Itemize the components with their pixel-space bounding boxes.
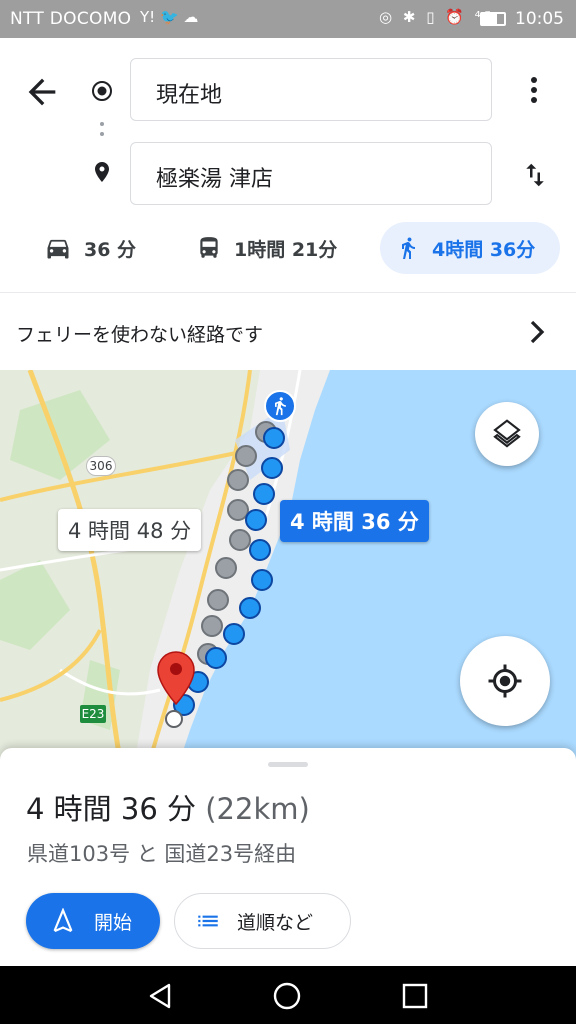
alt-route-dot (227, 469, 249, 491)
alt-route-dot (235, 445, 257, 467)
destination-marker[interactable] (156, 650, 196, 730)
battery-icon (480, 12, 506, 26)
destination-field[interactable]: 極楽湯 津店 (130, 142, 492, 205)
tab-transit[interactable]: 1時間 21分 (196, 222, 337, 274)
arrow-back-icon (28, 78, 56, 106)
distance-text: (22km) (205, 792, 310, 826)
back-button[interactable] (22, 72, 62, 112)
walk-icon (402, 237, 415, 259)
main-route-label[interactable]: 4 時間 36 分 (280, 500, 429, 542)
system-nav-bar (0, 966, 576, 1024)
clock: 10:05 (515, 9, 564, 29)
alt-route-dot (201, 615, 223, 637)
destination-pin-icon (90, 160, 114, 184)
duration-text: 4 時間 36 分 (26, 792, 197, 826)
main-route-dot (253, 483, 275, 505)
origin-field[interactable]: 現在地 (130, 58, 492, 121)
route-notice-text: フェリーを使わない経路です (16, 324, 264, 346)
layers-button[interactable] (475, 402, 539, 466)
recents-nav-icon[interactable] (402, 983, 428, 1009)
alt-route-dot (229, 529, 251, 551)
tab-driving[interactable]: 36 分 (44, 222, 136, 274)
start-navigation-button[interactable]: 開始 (26, 893, 160, 949)
more-vert-icon (531, 77, 537, 103)
walking-time: 4時間 36分 (432, 238, 536, 261)
route-summary-sheet[interactable]: 4 時間 36 分 (22km) 県道103号 と 国道23号経由 開始 道順な… (0, 748, 576, 966)
start-walk-marker[interactable] (264, 390, 296, 422)
carrier-name: NTT DOCOMO (10, 9, 132, 29)
main-route-dot (205, 647, 227, 669)
directions-header: 現在地 極楽湯 津店 36 分 1時間 21分 4時間 36分 (0, 38, 576, 292)
red-pin-icon (157, 651, 195, 728)
route-via-text: 県道103号 と 国道23号経由 (27, 842, 297, 866)
drag-handle[interactable] (268, 762, 308, 767)
alt-route-dot (207, 589, 229, 611)
main-route-dot (263, 427, 285, 449)
travel-mode-tabs: 36 分 1時間 21分 4時間 36分 (0, 222, 576, 274)
layers-icon (493, 419, 521, 448)
main-route-dot (245, 509, 267, 531)
list-icon (198, 915, 218, 927)
car-icon (47, 239, 69, 259)
route-duration: 4 時間 36 分 (22km) (26, 786, 310, 828)
route-notice-row[interactable]: フェリーを使わない経路です (0, 292, 576, 370)
driving-time: 36 分 (84, 238, 137, 261)
main-route-dot (223, 623, 245, 645)
more-options-button[interactable] (522, 74, 546, 106)
swap-vert-icon (526, 163, 544, 187)
notification-icons: Y! 🐦 ☁ (140, 8, 199, 26)
bus-icon (200, 237, 218, 258)
home-nav-icon[interactable] (272, 981, 302, 1011)
main-route-dot (239, 597, 261, 619)
alt-route-label[interactable]: 4 時間 48 分 (58, 509, 202, 551)
status-bar: NTT DOCOMO Y! 🐦 ☁ ◎ ✱ ▯ ⏰ ⁴ᴳ 10:05 (0, 0, 576, 38)
origin-icon (90, 79, 114, 103)
tab-walking[interactable]: 4時間 36分 (380, 222, 560, 274)
transit-time: 1時間 21分 (234, 238, 338, 261)
map-view[interactable]: 306 E23 4 時間 48 分 4 時間 36 分 (0, 370, 576, 760)
my-location-icon (488, 664, 522, 698)
walk-marker-icon (275, 397, 286, 416)
main-route-dot (249, 539, 271, 561)
main-route-dot (251, 569, 273, 591)
swap-button[interactable] (520, 158, 550, 192)
steps-button[interactable]: 道順など (174, 893, 351, 949)
alt-route-dot (215, 557, 237, 579)
system-icons: ◎ ✱ ▯ ⏰ ⁴ᴳ (379, 8, 494, 26)
steps-label: 道順など (237, 911, 314, 934)
chevron-right-icon (530, 320, 545, 344)
start-label: 開始 (94, 911, 133, 934)
my-location-button[interactable] (460, 636, 550, 726)
main-route-dot (261, 457, 283, 479)
navigation-arrow-icon (53, 908, 73, 933)
back-nav-icon[interactable] (145, 981, 175, 1011)
route-connector-dots (100, 122, 104, 142)
